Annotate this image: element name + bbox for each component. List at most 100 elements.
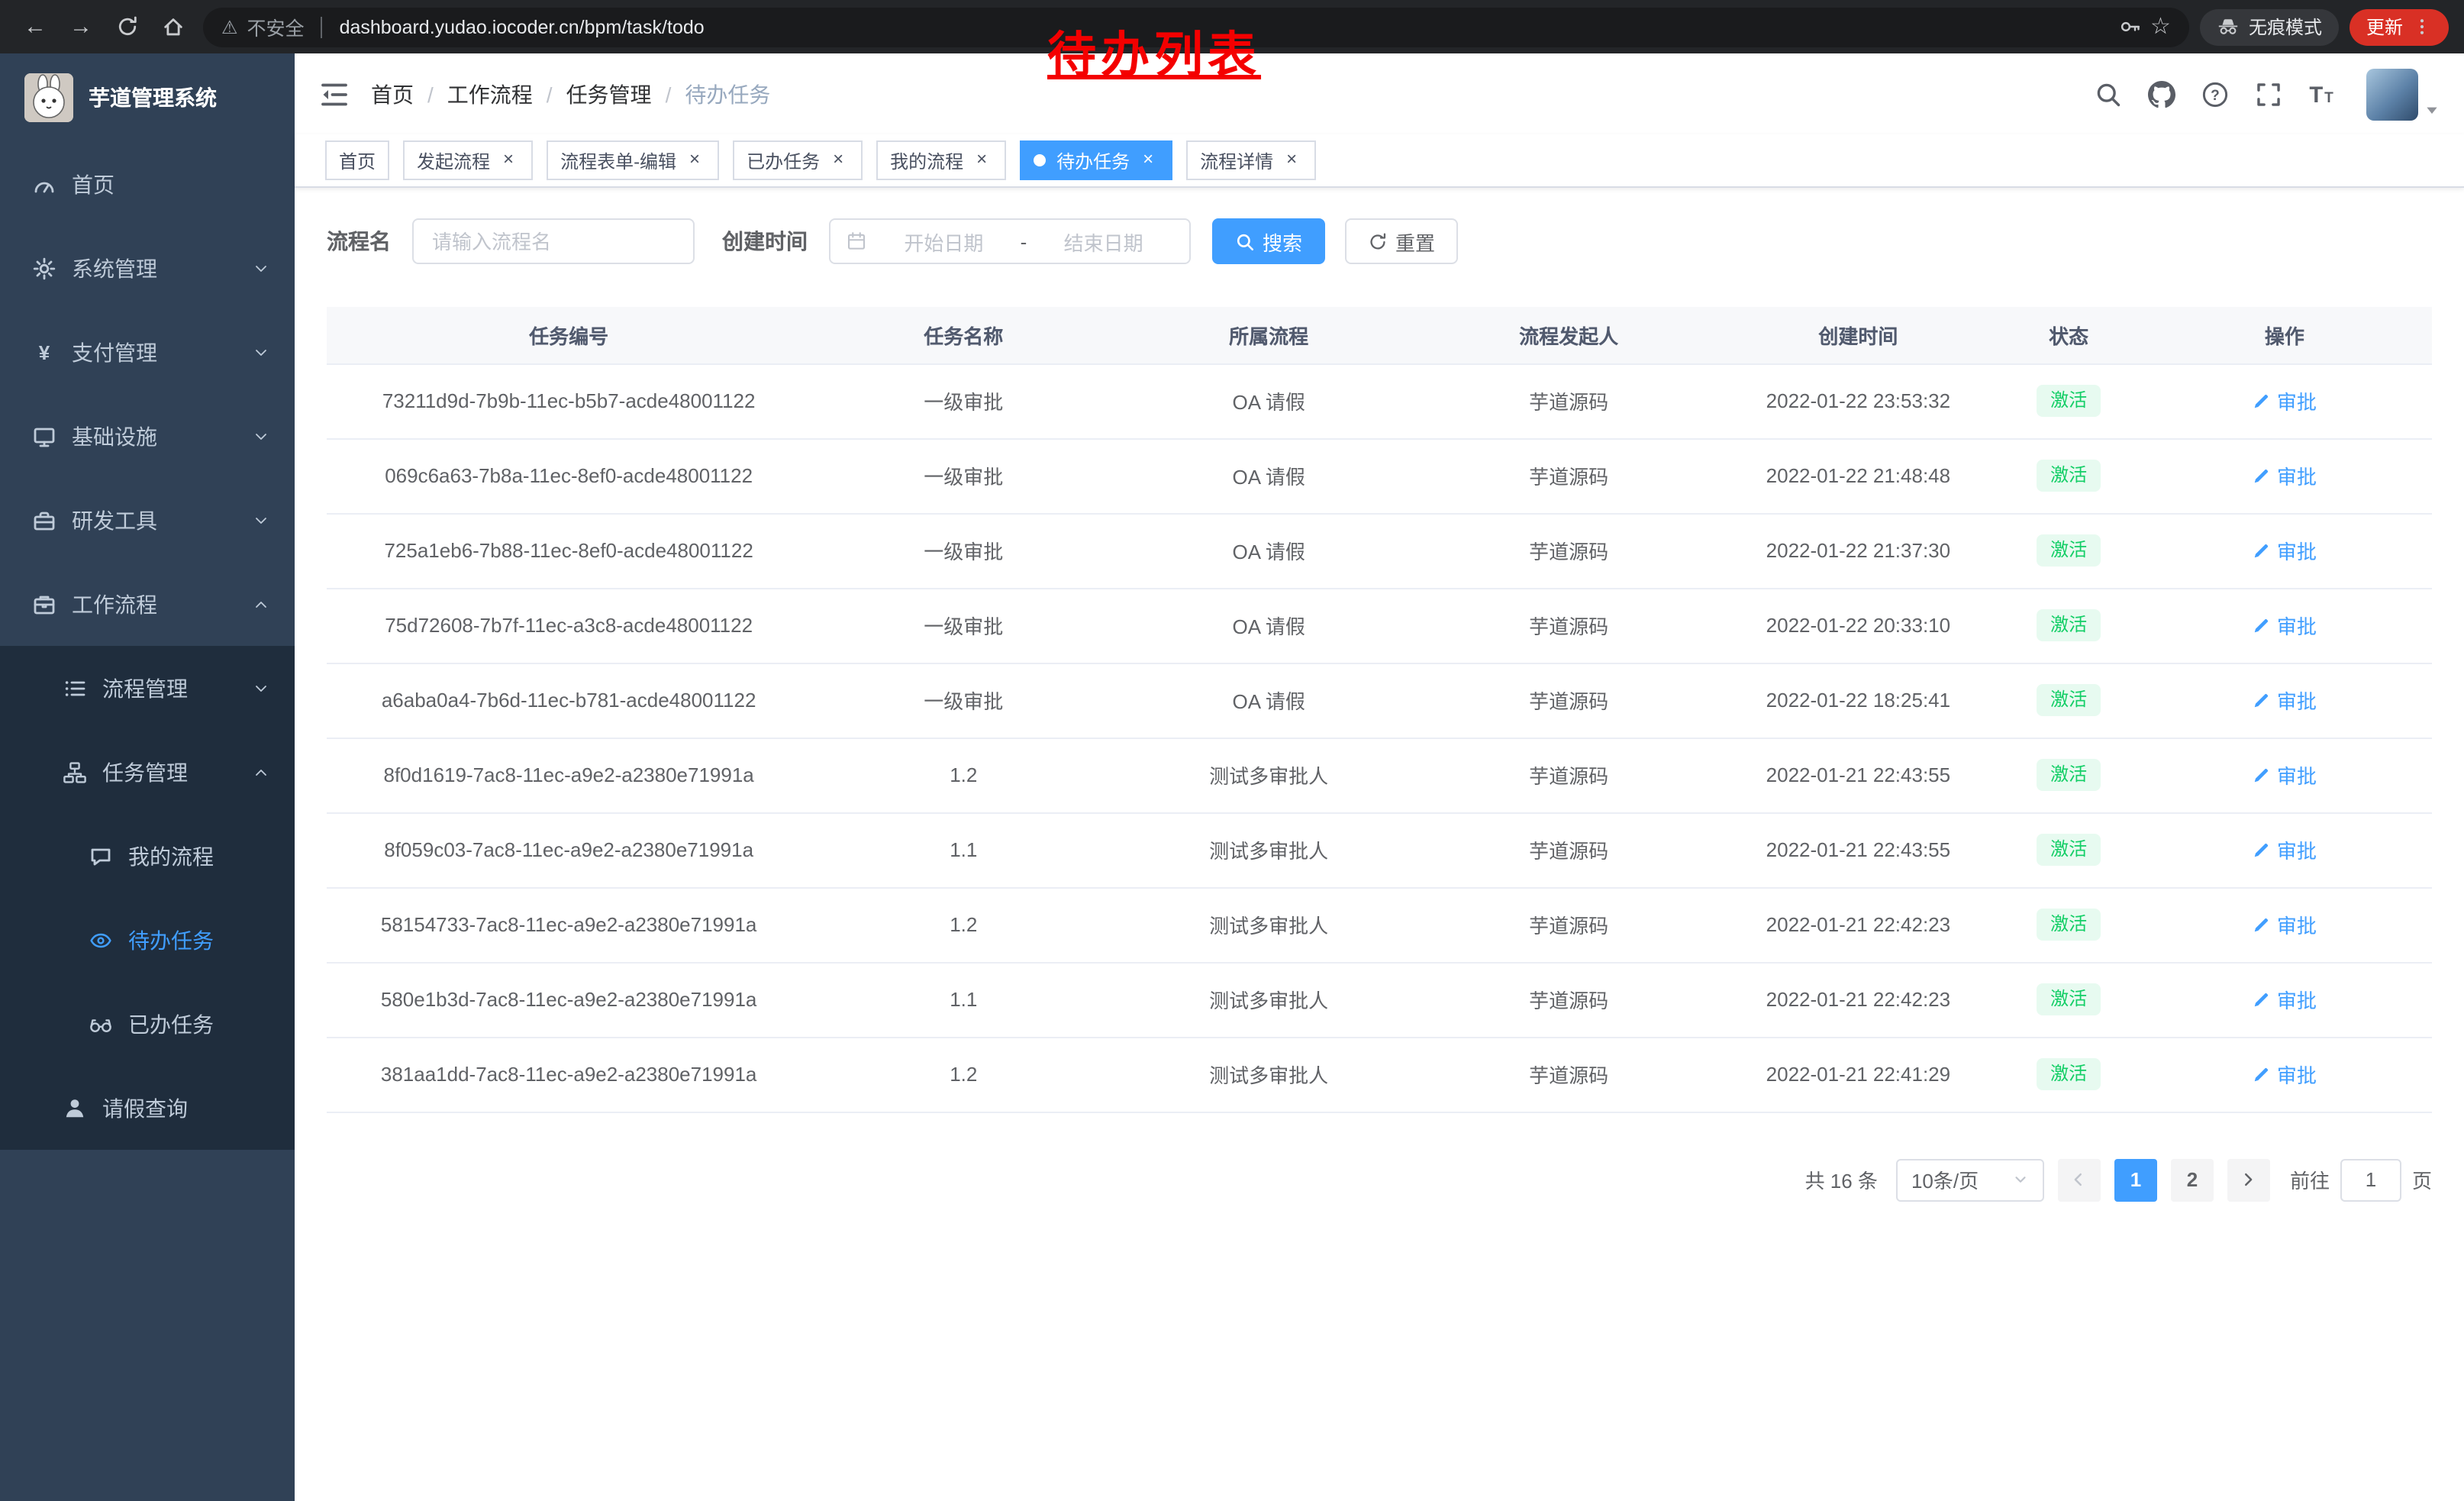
- github-icon[interactable]: [2146, 79, 2175, 108]
- question-icon[interactable]: ?: [2200, 79, 2229, 108]
- reset-button[interactable]: 重置: [1345, 218, 1458, 264]
- approve-button[interactable]: 审批: [2253, 1060, 2317, 1089]
- goto-suffix: 页: [2412, 1165, 2432, 1194]
- sidebar-toggle-icon[interactable]: [319, 79, 350, 109]
- status-badge: 激活: [2037, 1059, 2101, 1090]
- sidebar-item-label: 流程管理: [102, 673, 188, 703]
- page-size-select[interactable]: 10条/页: [1896, 1158, 2044, 1201]
- back-button[interactable]: ←: [15, 7, 55, 47]
- tab-home[interactable]: 首页: [325, 140, 389, 180]
- page-button-1[interactable]: 1: [2114, 1158, 2157, 1201]
- search-icon[interactable]: [2093, 79, 2122, 108]
- tab-done-tasks[interactable]: 已办任务×: [733, 140, 863, 180]
- text-size-icon[interactable]: TT: [2307, 79, 2336, 108]
- sidebar-item-task-management[interactable]: 任务管理: [0, 730, 295, 814]
- header-actions: ? TT: [2093, 68, 2440, 120]
- pagination: 共 16 条 10条/页 12 前往: [327, 1158, 2432, 1247]
- refresh-button[interactable]: [107, 7, 147, 47]
- approve-button[interactable]: 审批: [2253, 611, 2317, 640]
- sidebar-item-process-management[interactable]: 流程管理: [0, 646, 295, 730]
- tab-label: 待办任务: [1056, 147, 1130, 173]
- approve-button[interactable]: 审批: [2253, 985, 2317, 1014]
- process-name-label: 流程名: [327, 226, 391, 257]
- yen-icon: ¥: [31, 339, 56, 365]
- table-row: 75d72608-7b7f-11ec-a3c8-acde48001122一级审批…: [327, 588, 2432, 663]
- tab-form-edit[interactable]: 流程表单-编辑×: [547, 140, 719, 180]
- close-icon[interactable]: ×: [971, 150, 992, 171]
- tab-process-detail[interactable]: 流程详情×: [1186, 140, 1316, 180]
- approve-button[interactable]: 审批: [2253, 760, 2317, 789]
- task-table: 任务编号任务名称所属流程流程发起人创建时间状态操作 73211d9d-7b9b-…: [327, 307, 2432, 1112]
- action-cell: 审批: [2137, 1037, 2432, 1112]
- close-icon[interactable]: ×: [827, 150, 849, 171]
- next-page-button[interactable]: [2227, 1158, 2270, 1201]
- page-button-2[interactable]: 2: [2171, 1158, 2214, 1201]
- chevron-down-icon: [2012, 1171, 2029, 1188]
- sidebar-item-system[interactable]: 系统管理: [0, 226, 295, 310]
- approve-button[interactable]: 审批: [2253, 835, 2317, 864]
- date-range-picker[interactable]: 开始日期 - 结束日期: [829, 218, 1191, 264]
- sidebar-item-my-process[interactable]: 我的流程: [0, 814, 295, 898]
- approve-button[interactable]: 审批: [2253, 910, 2317, 939]
- close-icon[interactable]: ×: [1137, 150, 1159, 171]
- user-avatar[interactable]: [2366, 68, 2440, 120]
- pencil-icon: [2253, 466, 2271, 485]
- tab-my-process[interactable]: 我的流程×: [876, 140, 1006, 180]
- action-cell: 审批: [2137, 887, 2432, 962]
- initiator-cell: 芋道源码: [1421, 1037, 1716, 1112]
- tab-todo-tasks[interactable]: 待办任务 ×: [1020, 140, 1172, 180]
- sidebar-item-leave-query[interactable]: 请假查询: [0, 1066, 295, 1150]
- star-icon[interactable]: ☆: [2150, 15, 2171, 38]
- approve-button[interactable]: 审批: [2253, 386, 2317, 415]
- initiator-cell: 芋道源码: [1421, 438, 1716, 513]
- pencil-icon: [2253, 841, 2271, 859]
- sidebar-item-todo-task[interactable]: 待办任务: [0, 898, 295, 982]
- home-button[interactable]: [153, 7, 192, 47]
- status-badge: 激活: [2037, 685, 2101, 716]
- page-numbers: 12: [2114, 1158, 2214, 1201]
- process-cell: 测试多审批人: [1116, 738, 1421, 812]
- chevron-down-icon: [252, 511, 270, 529]
- process-name-input[interactable]: [432, 230, 675, 253]
- annotation-text: 待办列表: [1047, 17, 1261, 87]
- process-cell: 测试多审批人: [1116, 812, 1421, 887]
- table-row: 8f059c03-7ac8-11ec-a9e2-a2380e71991a1.1测…: [327, 812, 2432, 887]
- task-name-cell: 一级审批: [811, 513, 1116, 588]
- close-icon[interactable]: ×: [1281, 150, 1302, 171]
- breadcrumb-item[interactable]: 任务管理: [566, 79, 652, 109]
- start-date-placeholder[interactable]: 开始日期: [873, 227, 1014, 256]
- end-date-placeholder[interactable]: 结束日期: [1033, 227, 1174, 256]
- menu-dots-icon[interactable]: [2412, 17, 2432, 37]
- forward-button[interactable]: →: [61, 7, 101, 47]
- created-cell: 2022-01-21 22:43:55: [1716, 812, 2000, 887]
- close-icon[interactable]: ×: [498, 150, 519, 171]
- sidebar-item-infrastructure[interactable]: 基础设施: [0, 394, 295, 478]
- approve-label: 审批: [2277, 386, 2317, 415]
- prev-page-button[interactable]: [2058, 1158, 2101, 1201]
- fullscreen-icon[interactable]: [2253, 79, 2282, 108]
- process-cell: 测试多审批人: [1116, 962, 1421, 1037]
- initiator-cell: 芋道源码: [1421, 513, 1716, 588]
- tab-start-process[interactable]: 发起流程×: [403, 140, 533, 180]
- app-logo[interactable]: 芋道管理系统: [0, 53, 295, 142]
- status-cell: 激活: [2001, 962, 2137, 1037]
- approve-button[interactable]: 审批: [2253, 536, 2317, 565]
- breadcrumb-item[interactable]: 首页: [371, 79, 414, 109]
- goto-page-input[interactable]: [2340, 1158, 2401, 1201]
- approve-button[interactable]: 审批: [2253, 461, 2317, 490]
- column-header: 流程发起人: [1421, 307, 1716, 363]
- sidebar-item-dev-tools[interactable]: 研发工具: [0, 478, 295, 562]
- key-icon[interactable]: [2118, 15, 2141, 38]
- table-row: 58154733-7ac8-11ec-a9e2-a2380e71991a1.2测…: [327, 887, 2432, 962]
- search-button[interactable]: 搜索: [1212, 218, 1325, 264]
- sidebar-item-home[interactable]: 首页: [0, 142, 295, 226]
- close-icon[interactable]: ×: [684, 150, 705, 171]
- breadcrumb-item[interactable]: 工作流程: [447, 79, 533, 109]
- status-badge: 激活: [2037, 610, 2101, 641]
- sidebar-item-payment[interactable]: ¥支付管理: [0, 310, 295, 394]
- sidebar-item-workflow[interactable]: 工作流程: [0, 562, 295, 646]
- update-button[interactable]: 更新: [2350, 8, 2449, 45]
- sidebar-item-done-task[interactable]: 已办任务: [0, 982, 295, 1066]
- status-cell: 激活: [2001, 1037, 2137, 1112]
- approve-button[interactable]: 审批: [2253, 686, 2317, 715]
